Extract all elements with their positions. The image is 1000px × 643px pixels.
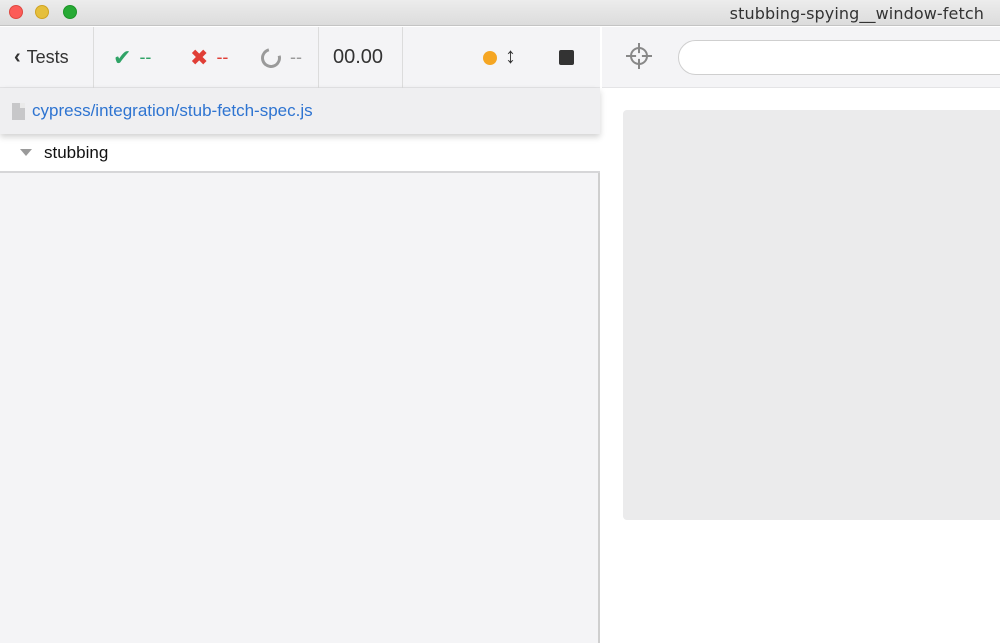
failed-count[interactable]: ✖ -- <box>190 27 228 88</box>
window-titlebar: stubbing-spying__window-fetch <box>0 0 1000 26</box>
stop-square-icon[interactable] <box>559 50 574 65</box>
running-status-dot <box>483 51 497 65</box>
pending-count[interactable]: -- <box>257 27 302 88</box>
divider <box>402 27 403 88</box>
suite-row[interactable]: stubbing <box>0 134 600 173</box>
window-close-button[interactable] <box>9 5 23 19</box>
failed-value: -- <box>216 47 229 67</box>
duration-display: 00.00 <box>333 46 384 68</box>
reporter-stats-bar: ‹ Tests ✔ -- ✖ -- -- 00.00 ↕ <box>0 27 600 88</box>
window-minimize-button[interactable] <box>35 5 49 19</box>
caret-down-icon[interactable] <box>20 149 32 156</box>
aut-header <box>602 27 1000 88</box>
aut-iframe-placeholder <box>623 110 1000 520</box>
up-down-arrow-icon[interactable]: ↕ <box>505 43 516 69</box>
spec-header: cypress/integration/stub-fetch-spec.js <box>0 88 600 134</box>
pending-value: -- <box>290 47 302 67</box>
reporter-pane: ‹ Tests ✔ -- ✖ -- -- 00.00 ↕ cypress/int… <box>0 27 600 643</box>
passed-value: -- <box>139 47 152 67</box>
divider <box>93 27 94 88</box>
x-icon: ✖ <box>190 44 209 70</box>
crosshair-icon[interactable] <box>626 43 652 69</box>
spec-path-link[interactable]: cypress/integration/stub-fetch-spec.js <box>32 101 313 121</box>
passed-count[interactable]: ✔ -- <box>113 27 151 88</box>
spinner-ring-icon <box>257 43 285 72</box>
tests-back-label: Tests <box>26 47 69 67</box>
suite-title: stubbing <box>44 142 109 162</box>
window-title: stubbing-spying__window-fetch <box>729 4 984 23</box>
chevron-left-icon: ‹ <box>14 46 21 68</box>
file-icon <box>12 102 25 120</box>
aut-pane <box>602 27 1000 643</box>
url-input[interactable] <box>678 40 1000 75</box>
checkmark-icon: ✔ <box>113 44 132 70</box>
divider <box>318 27 319 88</box>
tests-back-button[interactable]: ‹ Tests <box>14 27 69 88</box>
window-maximize-button[interactable] <box>63 5 77 19</box>
